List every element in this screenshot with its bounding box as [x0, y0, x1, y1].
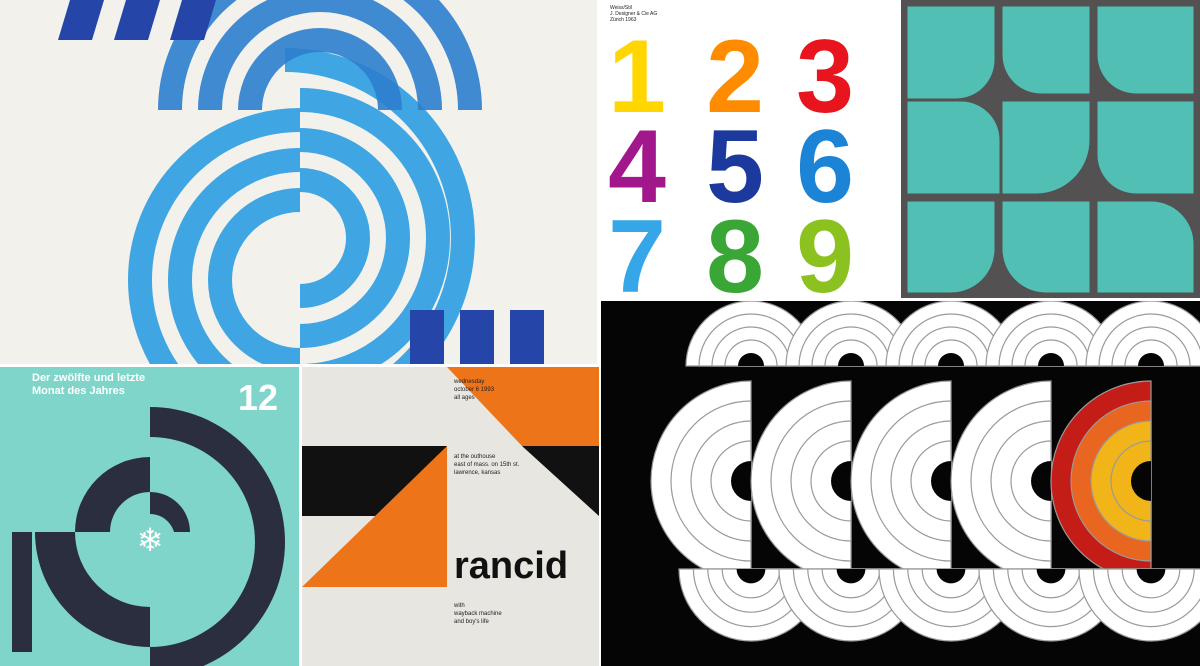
december-heading-line-1: Der zwölfte und letzte	[32, 372, 145, 384]
blue-swirl-artwork	[0, 0, 597, 364]
rancid-support-line-2: wayback machine	[453, 611, 502, 617]
december-artwork: Der zwölfte und letzte Monat des Jahres …	[0, 367, 299, 666]
december-heading-line-2: Monat des Jahres	[32, 385, 125, 397]
snowflake-icon: ❄	[137, 521, 164, 559]
digit-7: 7	[608, 199, 666, 298]
december-poster: Der zwölfte und letzte Monat des Jahres …	[0, 367, 299, 666]
c-arc-artwork	[601, 301, 1200, 666]
rancid-venue-line-2: east of mass. on 15th st.	[454, 462, 520, 468]
rancid-poster: wednesday october 6 1993 all ages at the…	[302, 367, 599, 666]
rancid-support-line-1: with	[453, 603, 465, 609]
rancid-date-line-1: wednesday	[453, 379, 484, 385]
rancid-band-name: rancid	[454, 545, 568, 587]
rancid-date-line-3: all ages	[454, 395, 475, 401]
numbers-poster: Weiss/Stil J. Designer & Cie AG Zürich 1…	[600, 0, 898, 298]
blue-swirl-poster	[0, 0, 597, 364]
c-arc-poster	[601, 301, 1200, 666]
teal-tile-pattern	[901, 0, 1200, 298]
rancid-support-line-3: and boy's life	[454, 619, 489, 625]
rancid-date-line-2: october 6 1993	[454, 387, 495, 393]
numbers-artwork: Weiss/Stil J. Designer & Cie AG Zürich 1…	[600, 0, 898, 298]
digit-8: 8	[706, 199, 764, 298]
rancid-artwork: wednesday october 6 1993 all ages at the…	[302, 367, 599, 666]
december-number: 12	[238, 377, 278, 418]
teal-tile-artwork	[901, 0, 1200, 298]
rancid-venue-line-1: at the outhouse	[454, 454, 496, 460]
digit-9: 9	[796, 199, 854, 298]
rancid-venue-line-3: lawrence, kansas	[454, 470, 500, 476]
